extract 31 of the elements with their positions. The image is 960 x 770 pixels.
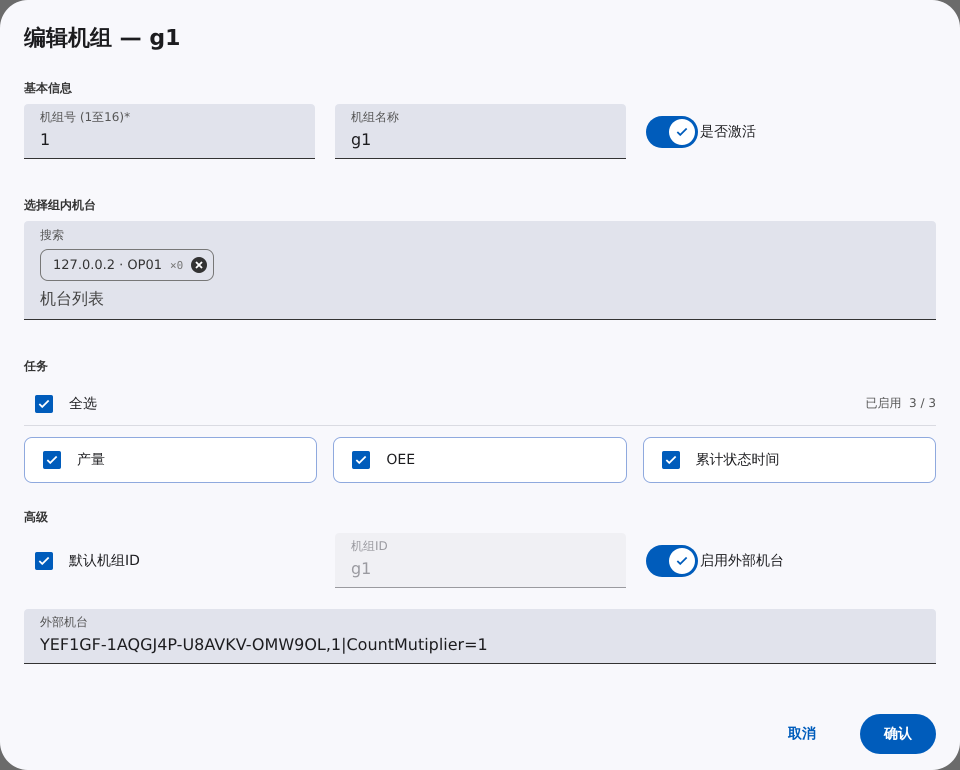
- task-card[interactable]: 累计状态时间: [642, 437, 936, 483]
- enabled-count: 已启用 3 / 3: [865, 395, 936, 412]
- checkbox-label: 默认机组ID: [69, 552, 140, 570]
- cancel-button[interactable]: 取消: [764, 714, 840, 754]
- dialog-title: 编辑机组 — g1: [24, 25, 182, 53]
- toggle-switch[interactable]: [646, 116, 698, 148]
- machine-chip[interactable]: 127.0.0.2 · OP01 ×0: [40, 249, 214, 281]
- search-field[interactable]: 搜索 127.0.0.2 · OP01 ×0 机台列表: [24, 221, 936, 320]
- check-icon: [45, 453, 59, 467]
- section-heading: 高级: [24, 509, 49, 525]
- toggle-label: 是否激活: [700, 122, 756, 140]
- toggle-switch[interactable]: [646, 544, 698, 576]
- checkbox[interactable]: [662, 451, 680, 469]
- close-icon[interactable]: [191, 257, 208, 273]
- task-card[interactable]: OEE: [333, 437, 627, 483]
- text-field[interactable]: 外部机台 YEF1GF-1AQGJ4P-U8AVKV-OMW9OL,1|CountMutiplier=1: [24, 609, 936, 664]
- task-card[interactable]: 产量: [24, 437, 318, 483]
- check-icon: [354, 453, 368, 467]
- checkbox[interactable]: [43, 451, 61, 469]
- toggle-label: 启用外部机台: [700, 552, 784, 570]
- text-field[interactable]: 机组号 (1至16)* 1: [24, 104, 315, 159]
- section-heading: 基本信息: [24, 80, 73, 96]
- checkbox-label: 全选: [69, 394, 97, 412]
- checkbox[interactable]: [35, 394, 53, 412]
- checkbox[interactable]: [35, 552, 53, 570]
- section-heading: 任务: [24, 358, 49, 374]
- text-field[interactable]: 机组名称 g1: [335, 104, 626, 159]
- section-heading: 选择组内机台: [24, 197, 97, 213]
- check-icon: [664, 453, 678, 467]
- checkbox[interactable]: [352, 451, 370, 469]
- confirm-button[interactable]: 确认: [860, 714, 936, 754]
